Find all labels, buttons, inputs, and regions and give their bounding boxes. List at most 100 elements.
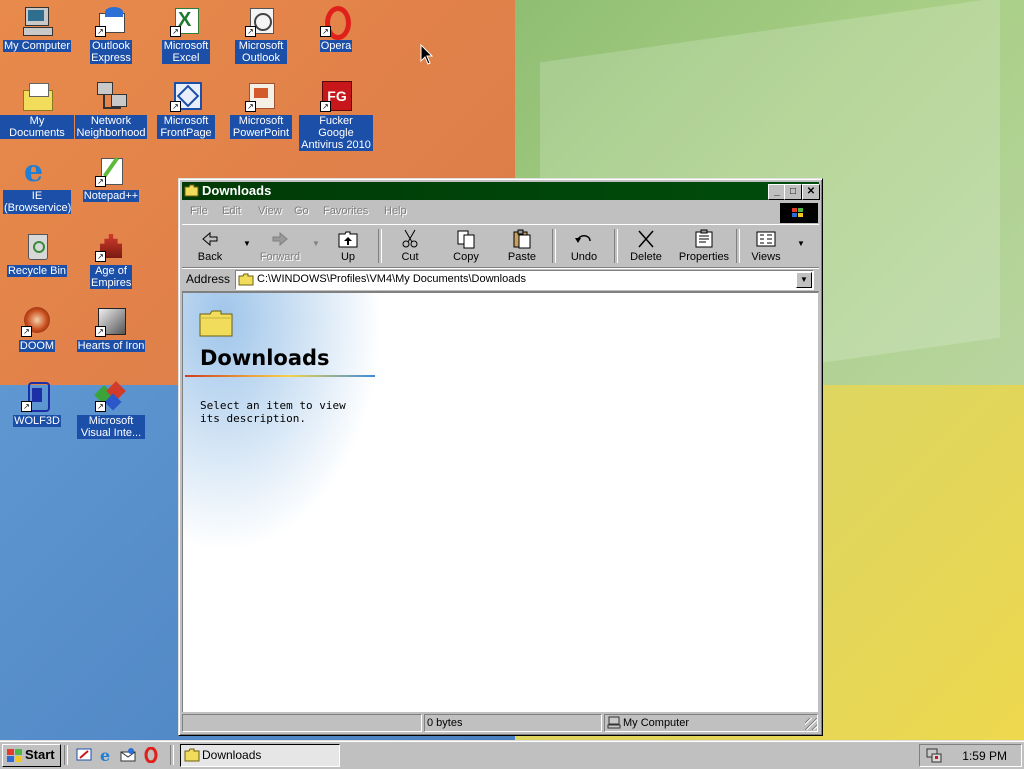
copy-label: Copy bbox=[453, 251, 479, 263]
desktop-icon-label: Age of Empires bbox=[90, 265, 132, 289]
desktop-icon-powerpoint[interactable]: ↗ Microsoft PowerPoint bbox=[224, 78, 298, 139]
taskbar-item-downloads[interactable]: Downloads bbox=[180, 744, 340, 767]
copy-button[interactable]: Copy bbox=[444, 227, 488, 265]
start-button[interactable]: Start bbox=[2, 744, 61, 767]
desktop-icon-network-neighborhood[interactable]: Network Neighborhood bbox=[74, 78, 148, 139]
address-dropdown-icon[interactable]: ▼ bbox=[796, 272, 812, 288]
notepad-plus-plus-icon: ↗ bbox=[95, 155, 127, 187]
desktop-icon-label: Microsoft FrontPage bbox=[157, 115, 215, 139]
back-button[interactable]: Back bbox=[184, 227, 236, 265]
desktop-icon-label: WOLF3D bbox=[13, 415, 61, 427]
paste-icon bbox=[511, 229, 533, 249]
paste-button[interactable]: Paste bbox=[500, 227, 544, 265]
recycle-bin-icon bbox=[21, 230, 53, 262]
svg-text:e: e bbox=[100, 747, 110, 763]
delete-label: Delete bbox=[630, 251, 662, 263]
desktop-icon-my-computer[interactable]: My Computer bbox=[0, 3, 74, 52]
address-label: Address bbox=[186, 272, 231, 286]
forward-arrow-icon bbox=[269, 229, 291, 249]
forward-label: Forward bbox=[259, 251, 301, 263]
views-button[interactable]: Views bbox=[744, 227, 788, 265]
folder-title: Downloads bbox=[200, 346, 330, 370]
desktop-icon-label: Notepad++ bbox=[82, 190, 140, 202]
mouse-cursor-icon bbox=[420, 44, 434, 65]
outlook-icon: ↗ bbox=[245, 5, 277, 37]
address-input[interactable]: C:\WINDOWS\Profiles\VM4\My Documents\Dow… bbox=[235, 270, 814, 290]
desktop-icon-wolf3d[interactable]: ↗ WOLF3D bbox=[0, 378, 74, 427]
desktop-icon-label: DOOM bbox=[18, 340, 56, 352]
menu-edit[interactable]: Edit bbox=[222, 205, 241, 217]
status-bar: 0 bytes My Computer bbox=[182, 713, 819, 732]
desktop-icon-my-documents[interactable]: My Documents bbox=[0, 78, 74, 139]
desktop-icon-hearts-of-iron[interactable]: ↗ Hearts of Iron bbox=[74, 303, 148, 352]
visual-interdev-icon: ↗ bbox=[94, 380, 127, 412]
desktop-icon-visual-interdev[interactable]: ↗ Microsoft Visual Inte... bbox=[74, 378, 148, 439]
forward-button[interactable]: Forward bbox=[254, 227, 306, 265]
menu-view[interactable]: View bbox=[258, 205, 282, 217]
back-dropdown-icon[interactable]: ▼ bbox=[243, 239, 251, 248]
clock[interactable]: 1:59 PM bbox=[962, 749, 1007, 763]
show-desktop-icon[interactable] bbox=[76, 747, 92, 763]
hearts-of-iron-icon: ↗ bbox=[95, 305, 127, 337]
status-zone: My Computer bbox=[623, 717, 690, 729]
start-label: Start bbox=[25, 747, 55, 762]
item-description: Select an item to view its description. bbox=[200, 399, 346, 425]
frontpage-icon: ↗ bbox=[170, 80, 202, 112]
views-dropdown-icon[interactable]: ▼ bbox=[797, 239, 805, 248]
menu-help[interactable]: Help bbox=[384, 205, 407, 217]
delete-button[interactable]: Delete bbox=[624, 227, 668, 265]
outlook-express-icon[interactable] bbox=[120, 747, 136, 763]
desktop-icon-outlook-express[interactable]: ↗ Outlook Express bbox=[74, 3, 148, 64]
close-button[interactable]: ✕ bbox=[802, 184, 820, 200]
desktop-icon-ie[interactable]: e IE (Browservice) bbox=[0, 153, 74, 214]
opera-icon[interactable] bbox=[143, 747, 159, 763]
large-folder-icon bbox=[199, 310, 233, 337]
desktop-icon-label: IE (Browservice) bbox=[3, 190, 72, 214]
desktop-icon-outlook[interactable]: ↗ Microsoft Outlook bbox=[224, 3, 298, 64]
windows-flag-icon bbox=[7, 749, 22, 762]
folder-icon bbox=[238, 273, 254, 286]
folder-content-pane[interactable]: Downloads Select an item to view its des… bbox=[182, 292, 818, 712]
properties-button[interactable]: Properties bbox=[676, 227, 732, 265]
opera-icon: ↗ bbox=[320, 5, 352, 40]
desktop-icon-label: Microsoft Excel bbox=[162, 40, 210, 64]
network-icon bbox=[95, 80, 127, 112]
tray-app-icon[interactable] bbox=[926, 747, 942, 763]
toolbar-separator bbox=[736, 229, 740, 263]
menu-file[interactable]: File bbox=[190, 205, 208, 217]
undo-button[interactable]: Undo bbox=[562, 227, 606, 265]
title-bar[interactable]: Downloads _ □ ✕ bbox=[182, 182, 820, 200]
taskbar-item-label: Downloads bbox=[202, 748, 262, 762]
desktop-icon-frontpage[interactable]: ↗ Microsoft FrontPage bbox=[149, 78, 223, 139]
powerpoint-icon: ↗ bbox=[245, 80, 277, 112]
age-of-empires-icon: ↗ bbox=[95, 230, 127, 262]
desktop-icon-recycle-bin[interactable]: Recycle Bin bbox=[0, 228, 74, 277]
desktop-icon-opera[interactable]: ↗ Opera bbox=[299, 3, 373, 52]
undo-label: Undo bbox=[570, 251, 598, 263]
internet-explorer-icon[interactable]: e bbox=[98, 747, 114, 763]
doom-icon: ↗ bbox=[21, 305, 53, 337]
taskbar-separator bbox=[64, 745, 68, 765]
excel-icon: X ↗ bbox=[170, 5, 202, 37]
wolf3d-icon: ↗ bbox=[21, 380, 53, 412]
desktop-icon-label: Fucker Google Antivirus 2010 bbox=[299, 115, 373, 151]
up-button[interactable]: Up bbox=[326, 227, 370, 265]
delete-x-icon bbox=[635, 229, 657, 249]
resize-grip[interactable] bbox=[805, 718, 817, 730]
forward-dropdown-icon[interactable]: ▼ bbox=[312, 239, 320, 248]
desktop-icon-label: My Computer bbox=[2, 40, 72, 52]
antivirus-icon: FG ↗ bbox=[320, 80, 352, 112]
desktop-icon-doom[interactable]: ↗ DOOM bbox=[0, 303, 74, 352]
toolbar-separator bbox=[614, 229, 618, 263]
cut-button[interactable]: Cut bbox=[388, 227, 432, 265]
desktop-icon-age-of-empires[interactable]: ↗ Age of Empires bbox=[74, 228, 148, 289]
desktop-icon-google-antivirus[interactable]: FG ↗ Fucker Google Antivirus 2010 bbox=[299, 78, 373, 151]
menu-favorites[interactable]: Favorites bbox=[323, 205, 368, 217]
documents-folder-icon bbox=[21, 80, 53, 112]
windows-logo-icon bbox=[780, 203, 818, 223]
menu-go[interactable]: Go bbox=[294, 205, 309, 217]
maximize-button[interactable]: □ bbox=[784, 184, 802, 200]
desktop-icon-notepadpp[interactable]: ↗ Notepad++ bbox=[74, 153, 148, 202]
desktop-icon-excel[interactable]: X ↗ Microsoft Excel bbox=[149, 3, 223, 64]
views-icon bbox=[755, 229, 777, 249]
